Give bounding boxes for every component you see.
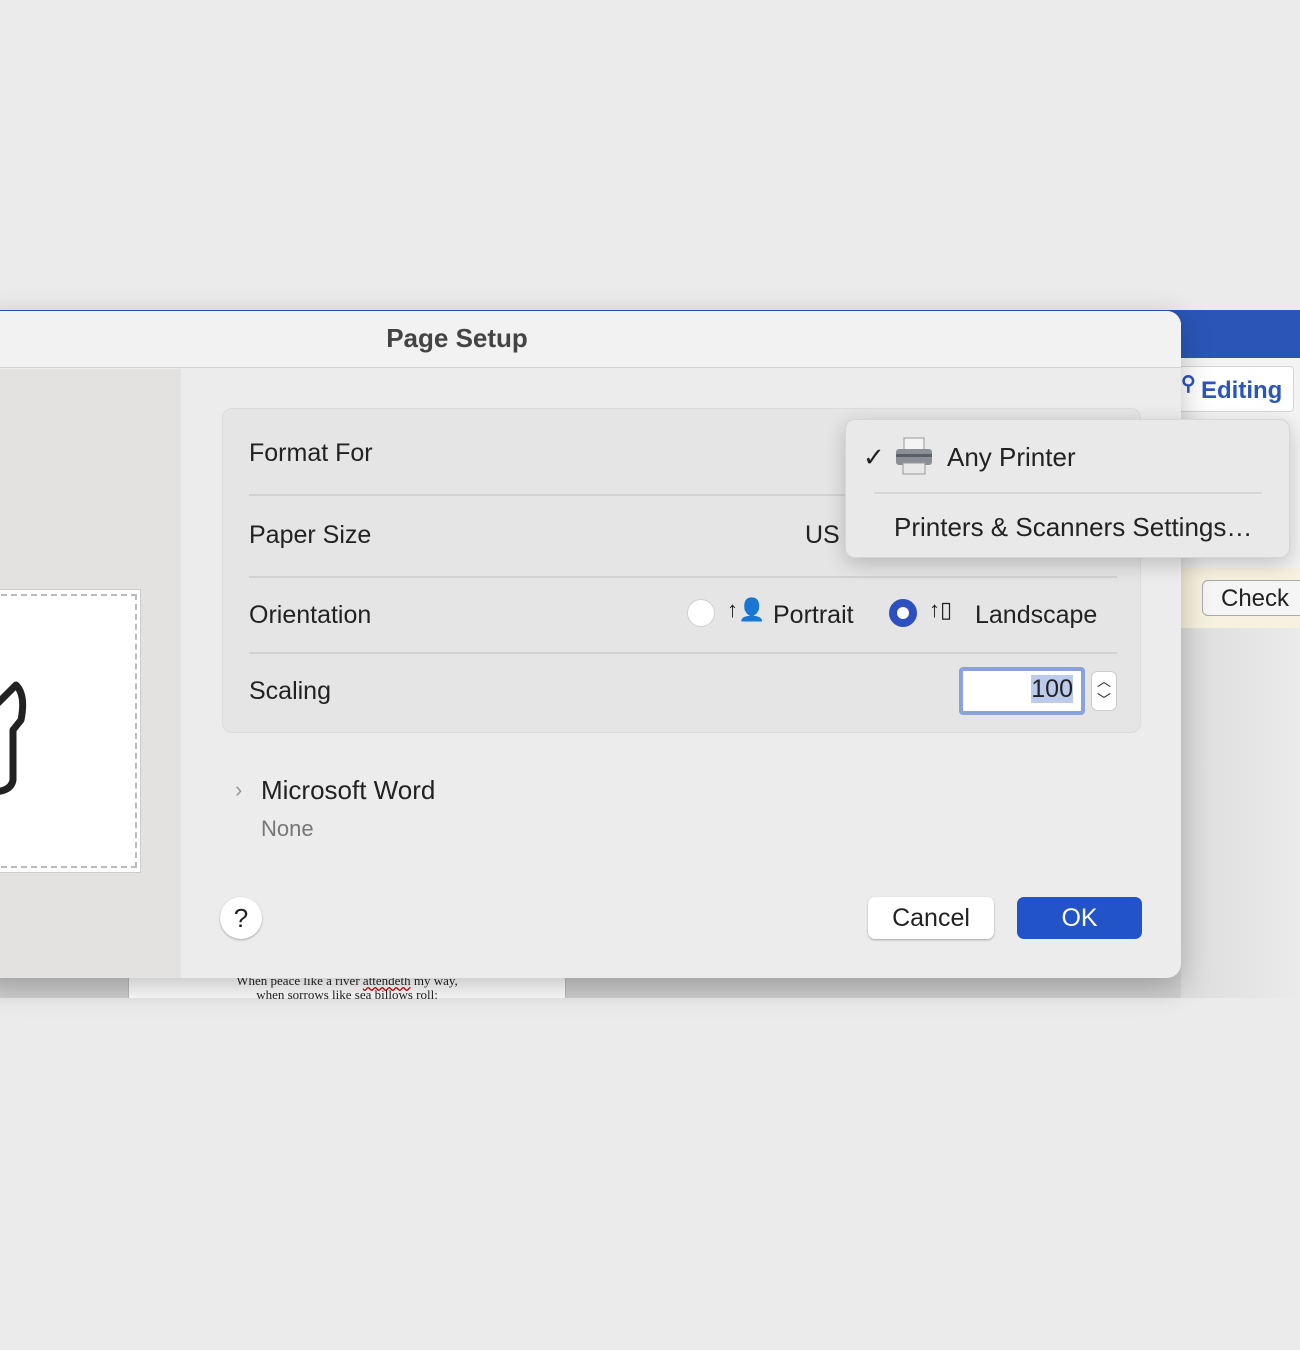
- checkmark-icon: ✓: [863, 442, 885, 472]
- document-background: [1181, 628, 1300, 998]
- divider: [249, 576, 1117, 578]
- ok-button[interactable]: OK: [1017, 897, 1142, 939]
- page-preview: [0, 589, 141, 873]
- scaling-label: Scaling: [249, 677, 331, 705]
- chevron-right-icon[interactable]: ›: [235, 777, 242, 803]
- cancel-button[interactable]: Cancel: [868, 897, 994, 939]
- landscape-radio[interactable]: [889, 599, 917, 627]
- doc-text: when sorrows like sea billows roll:: [256, 987, 438, 1002]
- landscape-label[interactable]: Landscape: [975, 601, 1097, 630]
- format-for-dropdown-menu: ✓ Any Printer Printers & Scanners Settin…: [845, 419, 1290, 558]
- paper-size-label: Paper Size: [249, 521, 372, 549]
- menu-item-any-printer[interactable]: Any Printer: [947, 442, 1076, 473]
- menu-divider: [874, 492, 1262, 494]
- menu-item-printers-scanners-settings[interactable]: Printers & Scanners Settings…: [894, 512, 1252, 543]
- editing-mode-button[interactable]: ⚲ Editing: [1178, 366, 1294, 412]
- editing-label: Editing: [1201, 377, 1283, 404]
- scaling-stepper[interactable]: ︿ ﹀: [1091, 671, 1117, 711]
- preview-shape-icon: [0, 681, 27, 795]
- dialog-title: Page Setup: [386, 323, 528, 353]
- divider: [249, 652, 1117, 654]
- chevron-up-icon[interactable]: ︿: [1092, 672, 1116, 691]
- chevron-down-icon[interactable]: ﹀: [1092, 691, 1116, 710]
- help-button[interactable]: ?: [220, 897, 262, 939]
- microsoft-word-section-toggle[interactable]: Microsoft Word: [261, 775, 435, 806]
- portrait-label[interactable]: Portrait: [773, 601, 854, 630]
- page-setup-dialog: Page Setup Format For Paper Size US Le O…: [0, 311, 1181, 978]
- format-for-label: Format For: [249, 439, 373, 467]
- orientation-label: Orientation: [249, 601, 372, 629]
- scaling-input[interactable]: 100: [959, 667, 1085, 715]
- portrait-orientation-icon: ↑👤: [727, 597, 766, 622]
- portrait-radio[interactable]: [687, 599, 715, 627]
- landscape-orientation-icon: ↑▯: [929, 597, 953, 622]
- scaling-value: 100: [1031, 675, 1073, 703]
- pencil-icon: ⚲: [1181, 373, 1196, 395]
- page-preview-pane: [0, 369, 181, 978]
- printer-icon: [896, 437, 932, 475]
- microsoft-word-section-value: None: [261, 816, 314, 841]
- check-button[interactable]: Check: [1202, 580, 1300, 616]
